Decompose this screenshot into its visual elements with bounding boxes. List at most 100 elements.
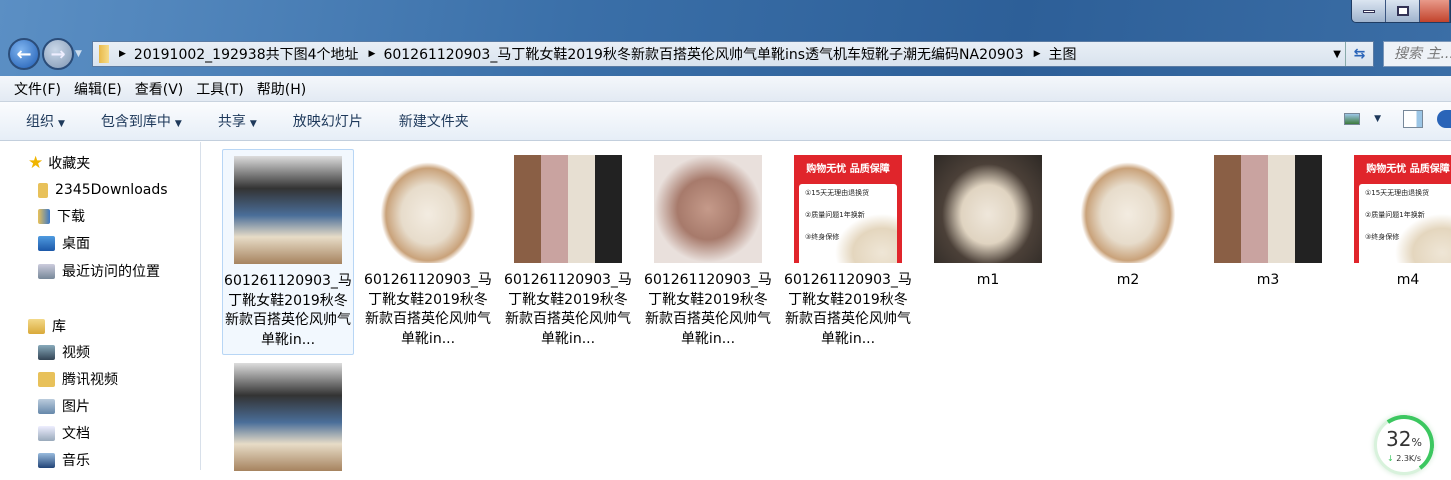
search-input[interactable]: 搜索 主...: [1383, 41, 1451, 67]
file-item[interactable]: 601261120903_马丁靴女鞋2019秋冬新款百搭英伦风帅气单靴in...: [222, 149, 354, 355]
sidebar-item-downloads[interactable]: 下载: [38, 205, 85, 227]
file-name: 601261120903_马丁靴女鞋2019秋冬新款百搭英伦风帅气单靴in...: [644, 272, 772, 347]
minimize-button[interactable]: [1352, 0, 1386, 22]
title-bar: ← → ▼ ▶ 20191002_192938共下图4个地址 ▶ 6012611…: [0, 0, 1451, 76]
ad-line: ③终身保修: [1365, 232, 1400, 241]
view-options-dropdown[interactable]: ▼: [1374, 114, 1381, 124]
file-list: 601261120903_马丁靴女鞋2019秋冬新款百搭英伦风帅气单靴in...…: [202, 142, 1451, 471]
breadcrumb-arrow-icon[interactable]: ▶: [1034, 49, 1041, 59]
ad-line: ①15天无理由退换货: [1365, 188, 1430, 197]
star-icon: ★: [28, 153, 44, 173]
organize-button[interactable]: 组织 ▼: [26, 111, 65, 131]
sidebar-item-label: 腾讯视频: [62, 372, 118, 388]
percent-value: 32: [1386, 427, 1412, 451]
folder-icon: [38, 182, 48, 198]
share-button[interactable]: 共享 ▼: [218, 111, 257, 131]
sidebar-item-libraries[interactable]: 库: [28, 315, 66, 337]
command-bar: 组织 ▼ 包含到库中 ▼ 共享 ▼ 放映幻灯片 新建文件夹 ▼: [0, 102, 1451, 141]
breadcrumb-arrow-icon[interactable]: ▶: [119, 49, 126, 59]
sidebar-item-label: 收藏夹: [48, 156, 91, 172]
file-name: 601261120903_马丁靴女鞋2019秋冬新款百搭英伦风帅气单靴in...: [784, 272, 912, 347]
folder-icon: [99, 45, 109, 63]
include-label: 包含到库中: [100, 114, 171, 130]
menu-help[interactable]: 帮助(H): [257, 79, 306, 99]
back-button[interactable]: ←: [8, 38, 40, 70]
file-item[interactable]: 601261120903_马丁靴女鞋2019秋冬新款百搭英伦风帅气单靴in...: [362, 149, 494, 349]
breadcrumb-segment[interactable]: 主图: [1049, 44, 1077, 64]
ad-line: ②质量问题1年换新: [805, 210, 865, 219]
sidebar-item-label: 2345Downloads: [55, 182, 168, 198]
new-folder-button[interactable]: 新建文件夹: [399, 111, 469, 131]
sidebar-item-music[interactable]: 音乐: [38, 449, 90, 471]
menu-edit[interactable]: 编辑(E): [74, 79, 122, 99]
pictures-icon: [38, 398, 55, 414]
address-bar[interactable]: ▶ 20191002_192938共下图4个地址 ▶ 601261120903_…: [92, 41, 1374, 67]
menu-file[interactable]: 文件(F): [14, 79, 61, 99]
downloads-folder-icon: [38, 208, 50, 224]
slideshow-button[interactable]: 放映幻灯片: [293, 111, 363, 131]
thumbnail-image: [234, 363, 342, 471]
sidebar-item-documents[interactable]: 文档: [38, 422, 90, 444]
thumbnail-image: 购物无忧 品质保障 ①15天无理由退换货 ②质量问题1年换新 ③终身保修: [794, 155, 902, 263]
sidebar-item-tencent-video[interactable]: 腾讯视频: [38, 368, 118, 390]
file-item[interactable]: [222, 357, 354, 479]
sidebar-item-recent-places[interactable]: 最近访问的位置: [38, 260, 160, 282]
file-item[interactable]: m2: [1062, 149, 1194, 291]
download-arrow-icon: ↓: [1386, 454, 1394, 463]
organize-label: 组织: [26, 114, 54, 130]
include-in-library-button[interactable]: 包含到库中 ▼: [101, 111, 182, 131]
network-speed-widget[interactable]: 32% ↓ 2.3K/s: [1369, 410, 1439, 480]
sidebar-item-label: 图片: [62, 399, 90, 415]
sidebar-item-label: 库: [52, 319, 66, 335]
documents-icon: [38, 425, 55, 441]
thumbnail-image: [654, 155, 762, 263]
thumbnail-image: [1214, 155, 1322, 263]
libraries-icon: [28, 318, 45, 334]
maximize-button[interactable]: [1386, 0, 1420, 22]
file-name: 601261120903_马丁靴女鞋2019秋冬新款百搭英伦风帅气单靴in...: [224, 273, 352, 348]
sidebar-item-label: 下载: [57, 209, 85, 225]
file-name: m1: [976, 272, 1000, 288]
file-name: m2: [1116, 272, 1140, 288]
preview-pane-icon[interactable]: [1403, 110, 1423, 128]
sidebar-item-videos[interactable]: 视频: [38, 341, 90, 363]
file-item[interactable]: m3: [1202, 149, 1334, 291]
change-view-icon[interactable]: [1344, 113, 1361, 125]
sidebar-item-pictures[interactable]: 图片: [38, 395, 90, 417]
refresh-icon[interactable]: ⇆: [1345, 42, 1373, 66]
file-item[interactable]: 601261120903_马丁靴女鞋2019秋冬新款百搭英伦风帅气单靴in...: [642, 149, 774, 349]
file-name: 601261120903_马丁靴女鞋2019秋冬新款百搭英伦风帅气单靴in...: [504, 272, 632, 347]
sidebar-item-favorites[interactable]: ★ 收藏夹: [28, 152, 90, 174]
file-item[interactable]: 购物无忧 品质保障 ①15天无理由退换货 ②质量问题1年换新 ③终身保修 6012611…: [782, 149, 914, 349]
menu-bar: 文件(F) 编辑(E) 查看(V) 工具(T) 帮助(H): [0, 76, 1451, 102]
help-icon[interactable]: [1437, 110, 1451, 128]
sidebar-item-2345downloads[interactable]: 2345Downloads: [38, 179, 168, 201]
forward-button[interactable]: →: [42, 38, 74, 70]
file-name: m4: [1396, 272, 1420, 288]
file-item[interactable]: 601261120903_马丁靴女鞋2019秋冬新款百搭英伦风帅气单靴in...: [502, 149, 634, 349]
close-button[interactable]: [1420, 0, 1450, 22]
ad-line: ③终身保修: [805, 232, 840, 241]
music-icon: [38, 452, 55, 468]
recent-places-icon: [38, 263, 55, 279]
address-dropdown-icon[interactable]: ▼: [1333, 49, 1341, 60]
thumbnail-image: [1074, 155, 1182, 263]
file-item[interactable]: 购物无忧 品质保障 ①15天无理由退换货 ②质量问题1年换新 ③终身保修 m4: [1342, 149, 1451, 291]
ad-title: 购物无忧 品质保障: [1366, 164, 1450, 175]
sidebar-item-label: 桌面: [62, 236, 90, 252]
breadcrumb-arrow-icon[interactable]: ▶: [369, 49, 376, 59]
breadcrumb-segment[interactable]: 601261120903_马丁靴女鞋2019秋冬新款百搭英伦风帅气单靴ins透气…: [383, 44, 1023, 64]
menu-tools[interactable]: 工具(T): [196, 79, 243, 99]
file-item[interactable]: m1: [922, 149, 1054, 291]
file-name: 601261120903_马丁靴女鞋2019秋冬新款百搭英伦风帅气单靴in...: [364, 272, 492, 347]
menu-view[interactable]: 查看(V): [135, 79, 184, 99]
recent-pages-dropdown[interactable]: ▼: [75, 49, 82, 59]
sidebar-item-label: 最近访问的位置: [62, 264, 160, 280]
speed-value: 2.3K/s: [1396, 454, 1422, 463]
sidebar-item-desktop[interactable]: 桌面: [38, 232, 90, 254]
sidebar-item-label: 音乐: [62, 453, 90, 469]
breadcrumb-segment[interactable]: 20191002_192938共下图4个地址: [134, 44, 359, 64]
ad-line: ①15天无理由退换货: [805, 188, 870, 197]
videos-icon: [38, 344, 55, 360]
ad-line: ②质量问题1年换新: [1365, 210, 1425, 219]
